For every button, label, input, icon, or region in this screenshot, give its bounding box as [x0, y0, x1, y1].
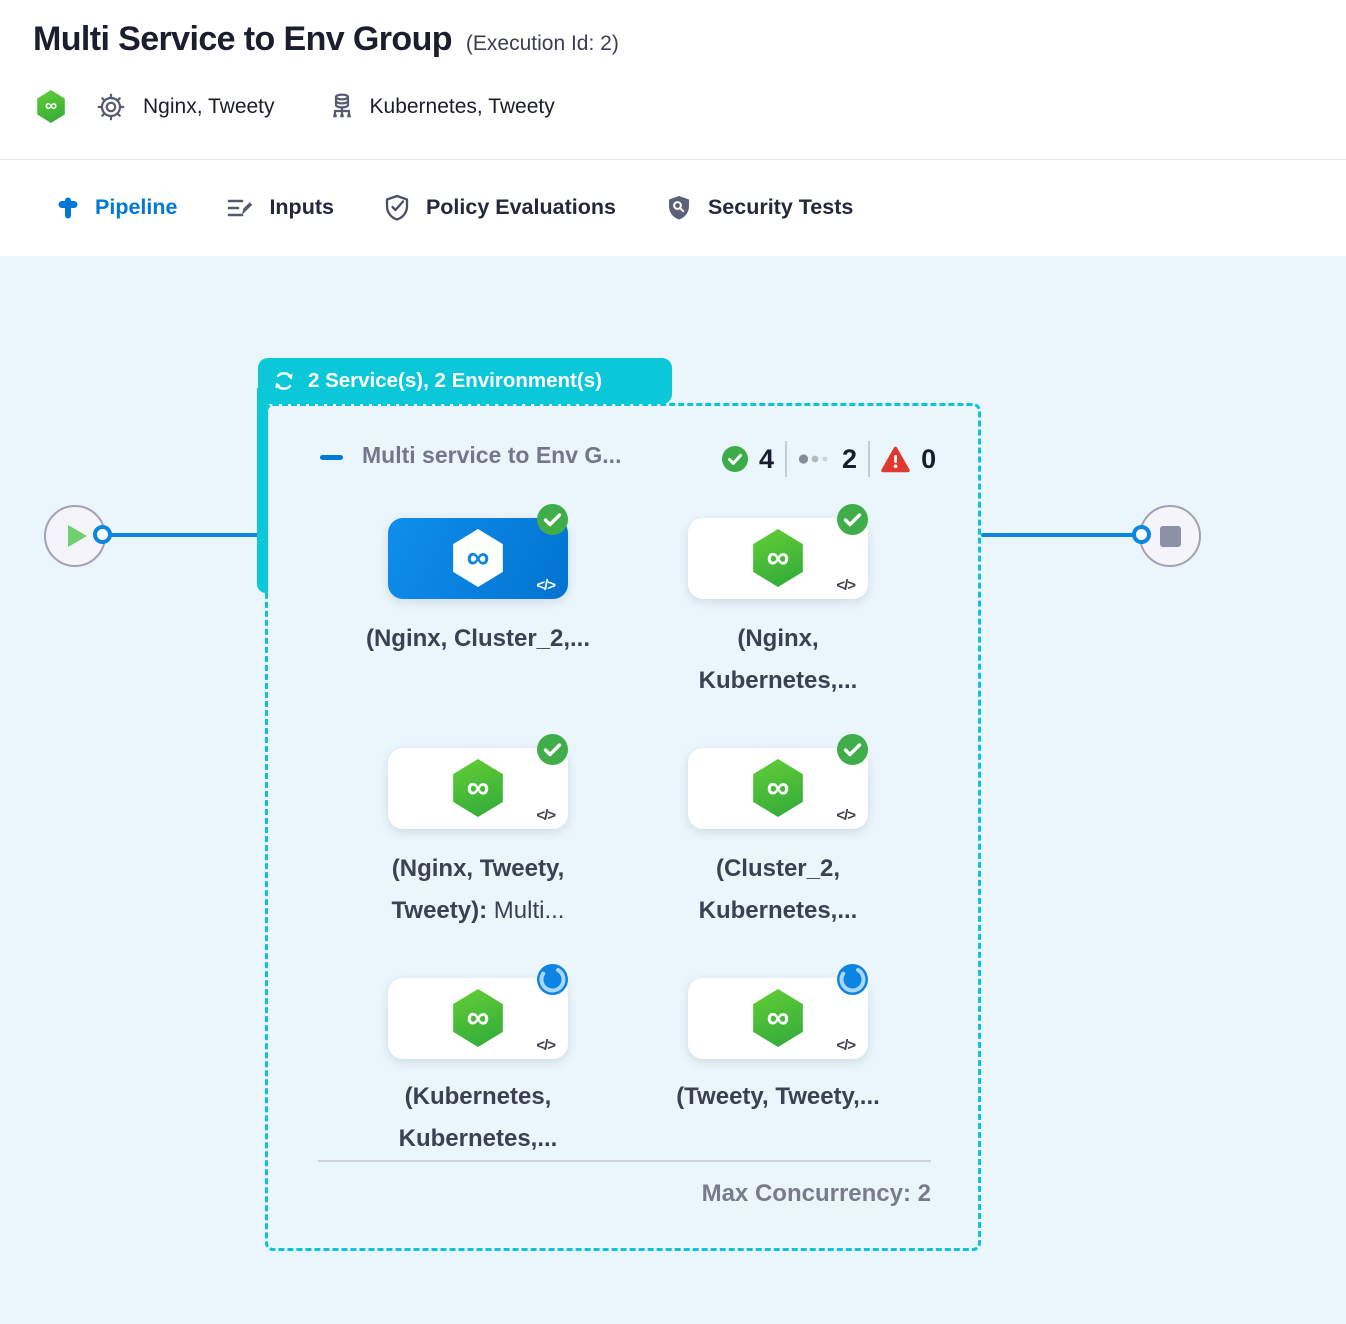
status-divider [785, 441, 787, 477]
stage-status-counts: 4 2 0 [722, 439, 936, 479]
node-label: (Nginx, Cluster_2,... [358, 618, 598, 660]
environments-list: Kubernetes, Tweety [370, 95, 555, 119]
group-footer-divider [318, 1160, 931, 1162]
execution-header: Multi Service to Env Group (Execution Id… [0, 0, 1346, 160]
play-icon [68, 525, 87, 547]
max-concurrency-label: Max Concurrency: 2 [318, 1180, 931, 1208]
tab-pipeline-label: Pipeline [95, 195, 177, 220]
start-connector-dot[interactable] [93, 525, 112, 544]
environments-icon [327, 92, 357, 122]
failed-count: 0 [921, 444, 936, 475]
matrix-node-nginx-cluster2[interactable]: ∞ </> [388, 518, 568, 599]
harness-pipeline-icon: ∞ [36, 90, 66, 123]
tab-inputs[interactable]: Inputs [225, 193, 334, 223]
template-code-icon: </> [536, 1037, 555, 1054]
policy-shield-check-icon [382, 193, 412, 223]
template-code-icon: </> [536, 577, 555, 594]
matrix-group-badge[interactable]: 2 Service(s), 2 Environment(s) [258, 358, 672, 404]
success-count: 4 [759, 444, 774, 475]
harness-service-icon: ∞ [451, 759, 505, 817]
services-list: Nginx, Tweety [143, 95, 275, 119]
status-divider [868, 441, 870, 477]
title-row: Multi Service to Env Group (Execution Id… [33, 20, 619, 59]
execution-page: Multi Service to Env Group (Execution Id… [0, 0, 1346, 1324]
harness-service-icon: ∞ [751, 529, 805, 587]
end-connector-dot[interactable] [1132, 525, 1151, 544]
node-label: (Tweety, Tweety,... [658, 1076, 898, 1118]
edge-start-to-group [100, 533, 260, 537]
tab-security-tests[interactable]: Security Tests [664, 193, 853, 223]
tab-bar: Pipeline Inputs Policy Evaluati [0, 160, 1346, 255]
matrix-node-tweety-tweety[interactable]: ∞ </> [688, 978, 868, 1059]
pipeline-icon [55, 195, 81, 221]
success-badge-icon [537, 734, 568, 765]
harness-service-icon: ∞ [751, 759, 805, 817]
success-badge-icon [537, 504, 568, 535]
running-spinner-icon [837, 964, 868, 995]
node-label: (Cluster_2, Kubernetes,... [658, 848, 898, 932]
running-spinner-icon [537, 964, 568, 995]
page-title: Multi Service to Env Group [33, 20, 452, 59]
collapse-stage-button[interactable] [320, 455, 343, 460]
template-code-icon: </> [836, 1037, 855, 1054]
tab-policy-evaluations-label: Policy Evaluations [426, 195, 616, 220]
tab-security-tests-label: Security Tests [708, 195, 853, 220]
matrix-node-cluster2-kubernetes[interactable]: ∞ </> [688, 748, 868, 829]
running-dots-icon [798, 453, 831, 465]
success-badge-icon [837, 504, 868, 535]
template-code-icon: </> [536, 807, 555, 824]
matrix-group-badge-label: 2 Service(s), 2 Environment(s) [308, 369, 602, 393]
inputs-icon [225, 193, 255, 223]
matrix-node-nginx-kubernetes[interactable]: ∞ </> [688, 518, 868, 599]
stage-title: Multi service to Env G... [362, 442, 621, 469]
loop-icon [271, 368, 297, 394]
pipeline-canvas[interactable]: 2 Service(s), 2 Environment(s) Multi ser… [0, 256, 1346, 1324]
edge-group-to-end [981, 533, 1141, 537]
failed-warning-icon [881, 446, 910, 473]
matrix-node-kubernetes-kubernetes[interactable]: ∞ </> [388, 978, 568, 1059]
node-label: (Nginx, Kubernetes,... [658, 618, 898, 702]
tab-pipeline[interactable]: Pipeline [55, 195, 177, 221]
harness-service-icon: ∞ [751, 989, 805, 1047]
matrix-group-left-strip [257, 388, 268, 593]
success-badge-icon [837, 734, 868, 765]
tab-policy-evaluations[interactable]: Policy Evaluations [382, 193, 616, 223]
node-label: (Nginx, Tweety, Tweety): Multi... [358, 848, 598, 932]
stop-icon [1160, 526, 1181, 547]
gear-icon [96, 92, 126, 122]
execution-id: (Execution Id: 2) [466, 32, 619, 56]
running-count: 2 [842, 444, 857, 475]
harness-service-icon: ∞ [451, 989, 505, 1047]
template-code-icon: </> [836, 807, 855, 824]
template-code-icon: </> [836, 577, 855, 594]
success-check-icon [722, 446, 748, 472]
matrix-node-nginx-tweety[interactable]: ∞ </> [388, 748, 568, 829]
node-label: (Kubernetes, Kubernetes,... [358, 1076, 598, 1160]
security-shield-scan-icon [664, 193, 694, 223]
tab-inputs-label: Inputs [269, 195, 334, 220]
harness-service-icon: ∞ [451, 529, 505, 587]
execution-meta: ∞ Nginx, Tweety [36, 90, 555, 123]
